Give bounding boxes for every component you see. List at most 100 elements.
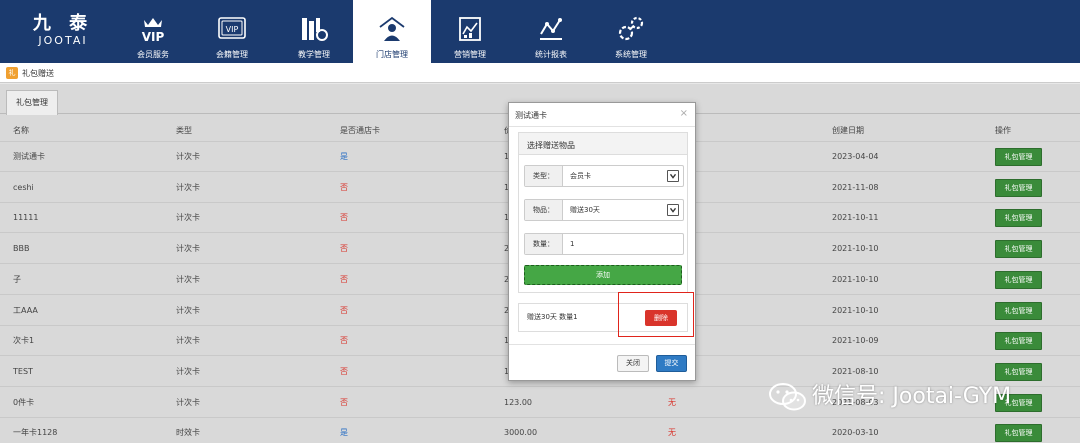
- wechat-icon: [769, 383, 806, 411]
- top-navigation: 九 泰 JOOTAI VIP 会员服务 VIP 会籍管理 教学管理 门店管理 营…: [0, 0, 1080, 63]
- header-name: 名称: [13, 126, 29, 135]
- gift-manage-button[interactable]: 礼包管理: [995, 270, 1042, 289]
- cell-all-store: 否: [340, 182, 348, 192]
- vip-icon: VIP: [142, 18, 165, 44]
- quantity-input[interactable]: 数量： 1: [524, 233, 684, 255]
- cell-name: 子: [13, 274, 21, 284]
- cell-all-store: 是: [340, 428, 348, 438]
- cell-all-store: 否: [340, 213, 348, 223]
- cell-name: 11111: [13, 213, 39, 223]
- gift-line-text: 赠送30天 数量1: [527, 313, 578, 321]
- nav-member-service[interactable]: VIP 会员服务: [114, 0, 192, 63]
- marketing-icon: [459, 17, 481, 41]
- cell-date: 2021-10-10: [832, 274, 879, 284]
- table-row: 一年卡1128 时效卡 是 3000.00 无 2020-03-10 礼包管理: [0, 418, 1080, 443]
- cell-status: 无: [668, 428, 676, 438]
- logo-en: JOOTAI: [38, 34, 88, 47]
- vip-text: VIP: [142, 30, 165, 44]
- vip-card-text: VIP: [226, 25, 239, 34]
- nav-statistics[interactable]: 统计报表: [512, 0, 590, 63]
- dialog-header: 测试通卡 ×: [509, 103, 695, 127]
- highlight-box: [618, 292, 694, 337]
- close-icon[interactable]: ×: [680, 108, 688, 119]
- header-all-store: 是否通店卡: [340, 126, 380, 135]
- nav-label: 教学管理: [298, 50, 330, 59]
- statistics-icon: [540, 18, 562, 40]
- cell-date: 2023-04-04: [832, 152, 879, 161]
- cell-all-store: 否: [340, 366, 348, 376]
- gift-manage-button[interactable]: 礼包管理: [995, 424, 1042, 443]
- cell-type: 计次卡: [176, 152, 200, 161]
- item-select[interactable]: 物品： 赠送30天: [524, 199, 684, 221]
- item-label: 物品：: [525, 200, 563, 220]
- dialog-footer: 关闭 提交: [509, 344, 695, 381]
- gift-dialog: 测试通卡 × 选择赠送物品 类型： 会员卡 物品： 赠送30天 数量： 1 添加…: [508, 102, 696, 381]
- gift-manage-button[interactable]: 礼包管理: [995, 209, 1042, 228]
- header-date: 创建日期: [832, 126, 864, 135]
- cell-type: 计次卡: [176, 182, 200, 192]
- cell-type: 计次卡: [176, 366, 200, 376]
- vip-card-icon: VIP: [218, 17, 246, 39]
- gift-manage-button[interactable]: 礼包管理: [995, 240, 1042, 259]
- cell-type: 时效卡: [176, 428, 200, 438]
- jootai-logo: 九 泰 JOOTAI: [28, 14, 98, 48]
- type-label: 类型：: [525, 166, 563, 186]
- nav-label: 门店管理: [376, 50, 408, 59]
- cell-date: 2021-10-09: [832, 336, 879, 346]
- cell-type: 计次卡: [176, 213, 200, 223]
- gift-manage-button[interactable]: 礼包管理: [995, 178, 1042, 197]
- gift-manage-button[interactable]: 礼包管理: [995, 148, 1042, 166]
- logo-cn: 九 泰: [32, 13, 94, 34]
- gift-manage-button[interactable]: 礼包管理: [995, 301, 1042, 320]
- store-manager-icon: [379, 16, 405, 41]
- cell-type: 计次卡: [176, 244, 200, 254]
- cell-date: 2020-03-10: [832, 428, 879, 438]
- cell-all-store: 否: [340, 336, 348, 346]
- cell-name: 工AAA: [13, 305, 38, 315]
- type-value: 会员卡: [570, 172, 591, 180]
- cell-all-store: 否: [340, 305, 348, 315]
- cell-price: 3000.00: [504, 428, 538, 438]
- close-button[interactable]: 关闭: [617, 355, 649, 372]
- breadcrumb-label[interactable]: 礼包赠送: [22, 68, 54, 79]
- nav-label: 会籍管理: [216, 50, 248, 59]
- cell-type: 计次卡: [176, 305, 200, 315]
- cell-date: 2021-10-11: [832, 213, 879, 223]
- item-value: 赠送30天: [570, 206, 600, 214]
- panel-header: 选择赠送物品: [519, 133, 687, 155]
- submit-button[interactable]: 提交: [656, 355, 687, 372]
- cell-name: 一年卡1128: [13, 428, 58, 438]
- system-settings-icon: [618, 16, 644, 41]
- nav-teaching[interactable]: 教学管理: [275, 0, 353, 63]
- nav-label: 系统管理: [615, 50, 647, 59]
- header-action: 操作: [995, 126, 1011, 135]
- cell-all-store: 是: [340, 152, 348, 161]
- wechat-watermark: 微信号: Jootai-GYM: [768, 378, 1068, 416]
- type-select[interactable]: 类型： 会员卡: [524, 165, 684, 187]
- nav-marketing[interactable]: 营销管理: [431, 0, 509, 63]
- gift-manage-button[interactable]: 礼包管理: [995, 332, 1042, 351]
- cell-all-store: 否: [340, 244, 348, 254]
- cell-name: 次卡1: [13, 336, 35, 346]
- nav-membership[interactable]: VIP 会籍管理: [193, 0, 271, 63]
- cell-name: 0件卡: [13, 397, 35, 407]
- nav-store-management[interactable]: 门店管理: [353, 0, 431, 63]
- add-button[interactable]: 添加: [524, 265, 682, 285]
- cell-all-store: 否: [340, 397, 348, 407]
- select-gift-panel: 选择赠送物品 类型： 会员卡 物品： 赠送30天 数量： 1 添加: [518, 132, 688, 293]
- cell-name: BBB: [13, 244, 30, 254]
- quantity-value: 1: [570, 240, 575, 248]
- dialog-title: 测试通卡: [515, 111, 547, 120]
- cell-name: ceshi: [13, 182, 34, 192]
- watermark-text: 微信号: Jootai-GYM: [812, 384, 1012, 409]
- chevron-down-icon: [667, 170, 679, 182]
- tab-gift-management[interactable]: 礼包管理: [6, 90, 58, 115]
- cell-date: 2021-11-08: [832, 182, 879, 192]
- cell-date: 2021-10-10: [832, 305, 879, 315]
- cell-type: 计次卡: [176, 397, 200, 407]
- quantity-label: 数量：: [525, 234, 563, 254]
- nav-label: 营销管理: [454, 50, 486, 59]
- cell-all-store: 否: [340, 274, 348, 284]
- nav-system[interactable]: 系统管理: [592, 0, 670, 63]
- cell-name: 测试通卡: [13, 152, 45, 161]
